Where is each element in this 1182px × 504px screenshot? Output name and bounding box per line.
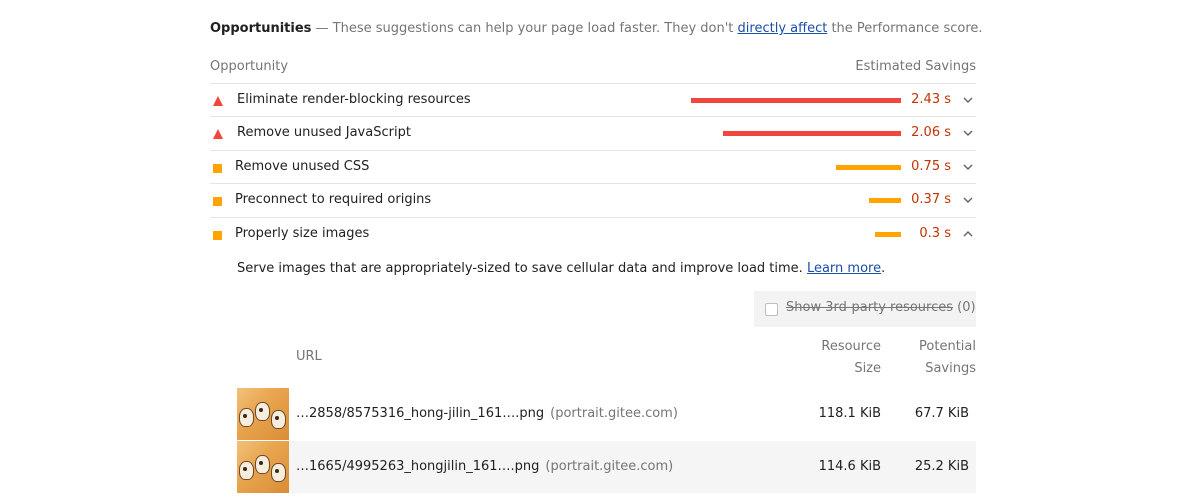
audit-details: Serve images that are appropriately-size… — [210, 250, 976, 504]
image-thumbnail — [237, 388, 289, 440]
audit-description: Serve images that are appropriately-size… — [237, 261, 885, 276]
resource-host: (portrait.gitee.com) — [545, 459, 674, 474]
orange-square-icon — [212, 162, 224, 174]
savings-bar — [691, 98, 901, 103]
audit-label: Preconnect to required origins — [235, 192, 432, 207]
audit-row-render-blocking[interactable]: Eliminate render-blocking resources 2.43… — [210, 83, 976, 117]
savings-bar — [723, 131, 901, 136]
image-thumbnail — [237, 441, 289, 493]
header-potential-savings: Potential Savings — [896, 336, 976, 380]
chevron-down-icon[interactable] — [962, 161, 974, 173]
third-party-label-text: Show 3rd-party resources — [786, 300, 954, 315]
resource-path: …1665/4995263_hongjilin_161….png — [296, 459, 540, 474]
audit-value: 0.75 s — [911, 159, 951, 174]
resource-size: 118.1 KiB — [818, 406, 881, 421]
audit-value: 2.43 s — [911, 92, 951, 107]
audit-label: Properly size images — [235, 226, 370, 241]
column-estimated-savings: Estimated Savings — [855, 59, 976, 74]
table-row[interactable]: …1665/4995263_hongjilin_161….png (portrai… — [237, 441, 976, 493]
opportunities-header: Opportunities — These suggestions can he… — [210, 20, 983, 38]
header-potential-savings-line2: Savings — [925, 361, 976, 376]
orange-square-icon — [212, 195, 224, 207]
potential-savings: 25.2 KiB — [914, 459, 969, 474]
third-party-filter[interactable]: Show 3rd-party resources (0) — [754, 291, 976, 327]
column-opportunity: Opportunity — [210, 59, 289, 74]
red-triangle-icon — [212, 128, 224, 140]
table-row[interactable]: …2858/8575316_hong-jilin_161….png (portra… — [237, 388, 976, 440]
orange-square-icon — [212, 229, 224, 241]
header-resource-size-line1: Resource — [821, 339, 881, 354]
third-party-count: (0) — [957, 300, 976, 315]
resource-table-header: URL Resource Size Potential Savings — [210, 336, 976, 382]
header-text-after-link: the Performance score. — [827, 21, 983, 36]
red-triangle-icon — [212, 95, 224, 107]
third-party-label: Show 3rd-party resources (0) — [786, 300, 976, 315]
audit-value: 2.06 s — [911, 125, 951, 140]
chevron-up-icon[interactable] — [962, 228, 974, 240]
directly-affect-link[interactable]: directly affect — [738, 21, 828, 36]
audit-label: Remove unused CSS — [235, 159, 370, 174]
savings-bar — [875, 232, 901, 237]
savings-bar — [836, 165, 901, 170]
header-text-before-link: — These suggestions can help your page l… — [311, 21, 738, 36]
header-url: URL — [296, 349, 322, 364]
third-party-checkbox[interactable] — [765, 303, 778, 316]
audit-value: 0.37 s — [911, 192, 951, 207]
audit-label: Remove unused JavaScript — [237, 125, 411, 140]
audit-row-preconnect[interactable]: Preconnect to required origins 0.37 s — [210, 183, 976, 217]
chevron-down-icon[interactable] — [962, 194, 974, 206]
audit-row-unused-javascript[interactable]: Remove unused JavaScript 2.06 s — [210, 116, 976, 150]
header-potential-savings-line1: Potential — [919, 339, 976, 354]
description-period: . — [881, 261, 886, 276]
resource-url[interactable]: …1665/4995263_hongjilin_161….png (portrai… — [296, 459, 673, 474]
header-resource-size: Resource Size — [801, 336, 881, 380]
potential-savings: 67.7 KiB — [914, 406, 969, 421]
section-title: Opportunities — [210, 21, 312, 36]
header-resource-size-line2: Size — [854, 361, 881, 376]
chevron-down-icon[interactable] — [962, 94, 974, 106]
description-text: Serve images that are appropriately-size… — [237, 261, 807, 276]
column-headers: Opportunity Estimated Savings — [210, 59, 976, 77]
chevron-down-icon[interactable] — [962, 127, 974, 139]
audit-row-unused-css[interactable]: Remove unused CSS 0.75 s — [210, 150, 976, 184]
resource-host: (portrait.gitee.com) — [550, 406, 678, 421]
resource-path: …2858/8575316_hong-jilin_161….png — [296, 406, 545, 421]
learn-more-link[interactable]: Learn more — [807, 261, 881, 276]
savings-bar — [869, 198, 901, 203]
audit-label: Eliminate render-blocking resources — [237, 92, 471, 107]
audit-row-properly-size-images[interactable]: Properly size images 0.3 s — [210, 217, 976, 251]
resource-size: 114.6 KiB — [818, 459, 881, 474]
resource-url[interactable]: …2858/8575316_hong-jilin_161….png (portra… — [296, 406, 678, 421]
audit-value: 0.3 s — [919, 226, 951, 241]
